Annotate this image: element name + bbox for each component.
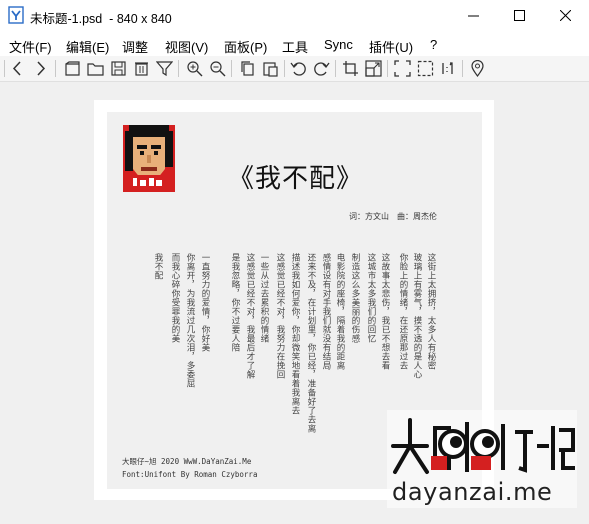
toolbar-separator xyxy=(462,60,463,77)
paste-icon[interactable] xyxy=(262,60,279,77)
menu-tools[interactable]: 工具 xyxy=(282,37,308,56)
lyric-column: 制造这么多美丽的伤感 xyxy=(350,253,360,343)
zoom-in-icon[interactable] xyxy=(186,60,203,77)
menu-plugins[interactable]: 插件(U) xyxy=(369,37,413,56)
lyric-column: 这城市太多我们的回忆 xyxy=(366,253,376,343)
lyric-column: 感情设有对手我们就没有结局 xyxy=(321,253,331,370)
menu-sync[interactable]: Sync xyxy=(324,37,353,52)
resize-icon[interactable] xyxy=(365,60,382,77)
new-file-icon[interactable] xyxy=(64,60,81,77)
lyric-column: 这感觉已经不对，我努力在挽回 xyxy=(275,253,285,379)
menu-adjust[interactable]: 调整 xyxy=(122,37,148,56)
location-icon[interactable] xyxy=(469,60,486,77)
lyric-column: 而我心碎你受罪我的美 xyxy=(170,253,180,343)
forward-arrow-icon[interactable] xyxy=(32,60,49,77)
credits: 词：方文山 曲：周杰伦 xyxy=(349,212,437,221)
fit-screen-icon[interactable] xyxy=(394,60,411,77)
lyric-column: 我不配 xyxy=(153,253,163,280)
lyric-column: 这街上太拥挤，太多人有秘密 xyxy=(426,253,436,370)
save-icon[interactable] xyxy=(110,60,127,77)
toolbar-separator xyxy=(387,60,388,77)
lyric-column: 这故事太悲伤，我已不想去看 xyxy=(380,253,390,370)
selection-icon[interactable] xyxy=(417,60,434,77)
filter-icon[interactable] xyxy=(156,60,173,77)
minimize-button[interactable] xyxy=(451,0,497,31)
maximize-icon xyxy=(514,10,525,21)
app-icon xyxy=(8,6,24,24)
toolbar-separator xyxy=(55,60,56,77)
toolbar xyxy=(0,56,589,82)
crop-icon[interactable] xyxy=(342,60,359,77)
toolbar-separator xyxy=(231,60,232,77)
menu-bar: 文件(F) 编辑(E) 调整 视图(V) 面板(P) 工具 Sync 插件(U)… xyxy=(0,32,589,56)
menu-view[interactable]: 视图(V) xyxy=(165,37,208,56)
toolbar-separator xyxy=(284,60,285,77)
delete-icon[interactable] xyxy=(133,60,150,77)
lyric-column: 你脸上的情绪，在还原那过去 xyxy=(398,253,408,370)
avatar xyxy=(123,125,175,192)
maximize-button[interactable] xyxy=(497,0,543,31)
window-title: 未标题-1.psd - 840 x 840 xyxy=(30,12,172,26)
minimize-icon xyxy=(468,15,479,17)
lyric-column: 描述我如何爱你，你却微笑地看着我离去 xyxy=(290,253,300,415)
menu-file[interactable]: 文件(F) xyxy=(9,37,52,56)
open-folder-icon[interactable] xyxy=(87,60,104,77)
lyric-column: 电影院的座椅，隔着我的距离 xyxy=(335,253,345,370)
lyric-column: 玻璃上有雾气，摸不透的是人心 xyxy=(412,253,422,379)
actual-size-icon[interactable] xyxy=(440,60,457,77)
menu-panel[interactable]: 面板(P) xyxy=(224,37,267,56)
back-arrow-icon[interactable] xyxy=(9,60,26,77)
watermark-site: dayanzai.me xyxy=(392,478,553,506)
toolbar-separator xyxy=(335,60,336,77)
menu-help[interactable]: ? xyxy=(430,37,437,52)
rotate-right-icon[interactable] xyxy=(313,60,330,77)
lyric-column: 这感觉已经不对，我最后才了解 xyxy=(245,253,255,379)
footer-font-credit: Font:Unifont By Roman Czyborra xyxy=(122,470,258,479)
zoom-out-icon[interactable] xyxy=(209,60,226,77)
footer-signature: 大眼仔~旭 2020 WwW.DaYanZai.Me xyxy=(122,457,252,466)
close-icon xyxy=(560,10,571,21)
title-bar: 未标题-1.psd - 840 x 840 xyxy=(0,0,589,32)
lyric-column: 一些从过去累积的情绪 xyxy=(259,253,269,343)
close-button[interactable] xyxy=(543,0,589,31)
toolbar-separator xyxy=(4,60,5,77)
lyric-column: 是我忽略，你不过要人陪 xyxy=(230,253,240,352)
menu-edit[interactable]: 编辑(E) xyxy=(66,37,109,56)
rotate-left-icon[interactable] xyxy=(290,60,307,77)
lyric-column: 你离开，为我流过几次泪，多委屈 xyxy=(185,253,195,388)
poem-title: 《我不配》 xyxy=(228,164,364,194)
lyric-column: 还来不及，在计划里，你已经，准备好了去离 xyxy=(306,253,316,433)
copy-icon[interactable] xyxy=(239,60,256,77)
toolbar-separator xyxy=(178,60,179,77)
lyric-column: 一直努力的爱情，你好美 xyxy=(200,253,210,352)
